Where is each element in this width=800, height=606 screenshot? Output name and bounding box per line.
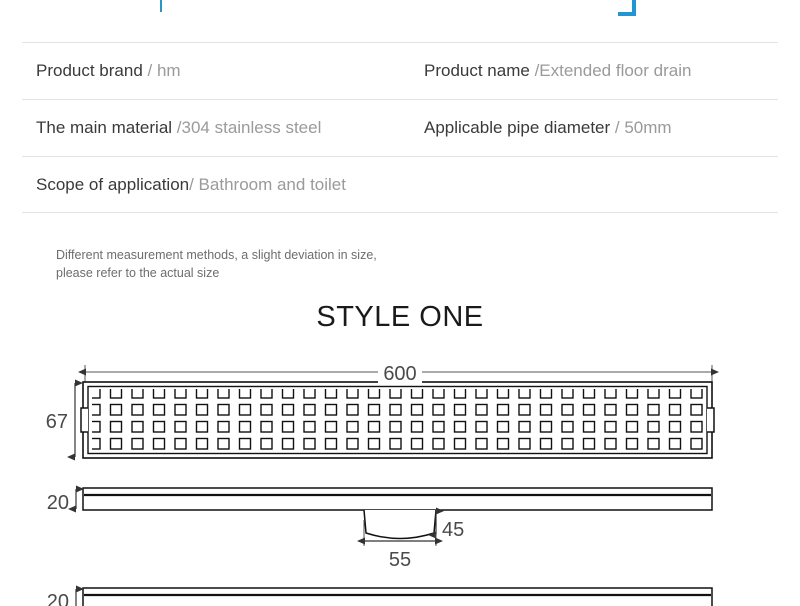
dimension-label-trap-depth: 45: [442, 519, 464, 541]
spec-value: /Extended floor drain: [534, 61, 692, 80]
measurement-note-line-2: please refer to the actual size: [56, 266, 220, 280]
table-row: The main material /304 stainless steel A…: [22, 99, 778, 156]
spec-value: / hm: [147, 61, 181, 80]
dimension-label-grate-thickness: 20: [47, 492, 69, 514]
spec-value: / 50mm: [614, 118, 672, 137]
table-row: Product brand / hm Product name /Extende…: [22, 42, 778, 99]
spec-cell-product-brand: Product brand / hm: [22, 61, 410, 81]
dimension-label-length-group: 600: [378, 358, 422, 385]
spec-cell-main-material: The main material /304 stainless steel: [22, 118, 410, 138]
dimension-label-trap-width: 55: [389, 549, 411, 571]
spec-label: Applicable pipe diameter: [424, 118, 615, 137]
dimension-label-body-thickness: 20: [47, 591, 69, 606]
spec-cell-scope-of-application: Scope of application / Bathroom and toil…: [22, 175, 410, 195]
table-row: Scope of application / Bathroom and toil…: [22, 156, 778, 213]
spec-label: Scope of application: [36, 174, 190, 194]
spec-cell-pipe-diameter: Applicable pipe diameter / 50mm: [410, 118, 778, 138]
dimension-thickness-20-upper: 20: [47, 485, 84, 514]
dimension-label-length: 600: [383, 363, 416, 385]
side-view-lower-bar: [82, 587, 713, 606]
spec-label: The main material: [36, 118, 177, 137]
grate-top-view: [80, 381, 715, 459]
measurement-note: Different measurement methods, a slight …: [56, 246, 476, 282]
side-view-upper-bar: [82, 487, 713, 511]
dimension-thickness-20-lower: 20: [47, 585, 84, 606]
trap-bowl: [363, 509, 437, 540]
dimension-trap-depth-45: 45: [428, 507, 464, 541]
spec-label: Product name: [424, 61, 535, 80]
specification-table: Product brand / hm Product name /Extende…: [22, 42, 778, 213]
spec-cell-product-name: Product name /Extended floor drain: [410, 61, 778, 81]
dimension-width-67: 67: [46, 379, 83, 461]
measurement-note-line-1: Different measurement methods, a slight …: [56, 248, 377, 262]
decor-accent-left: [160, 0, 162, 12]
spec-label: Product brand: [36, 61, 148, 80]
spec-value: /304 stainless steel: [176, 118, 322, 137]
technical-drawing: 67 20 45 55 20 600: [0, 350, 800, 606]
dimension-label-width: 67: [46, 411, 68, 433]
decor-accent-corner-right: [618, 0, 636, 16]
spec-value: / Bathroom and toilet: [189, 174, 346, 194]
style-section-title: STYLE ONE: [316, 301, 484, 333]
